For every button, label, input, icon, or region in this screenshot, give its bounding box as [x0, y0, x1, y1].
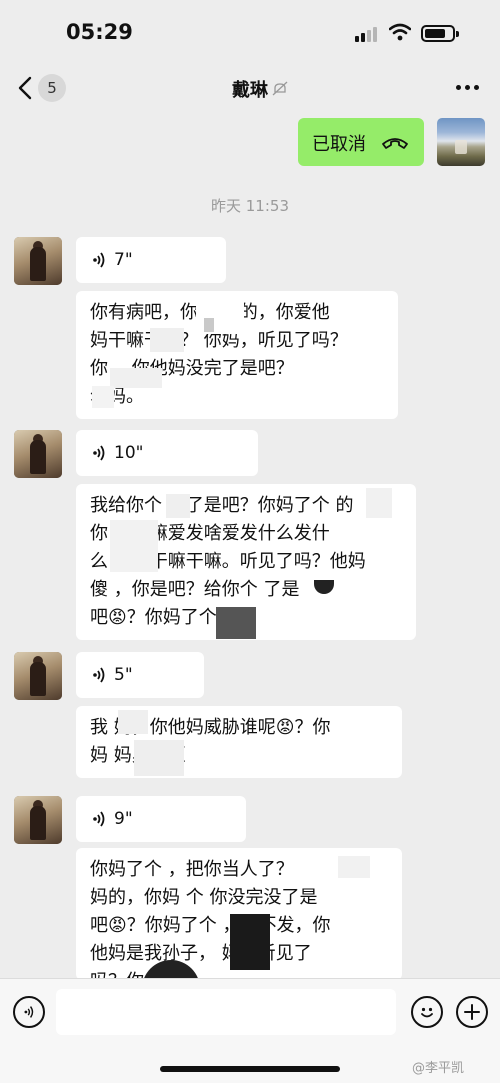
voice-duration: 9": [114, 809, 133, 829]
home-indicator: [160, 1066, 340, 1072]
redaction-patch: [110, 520, 158, 572]
redaction-patch: [150, 328, 184, 352]
voice-duration: 10": [114, 443, 144, 463]
redaction-patch: [216, 607, 256, 639]
status-bar: 05:29: [0, 0, 500, 64]
emoji-button[interactable]: [411, 996, 443, 1028]
call-status-label: 已取消: [312, 134, 366, 155]
plus-icon: [464, 1004, 480, 1020]
contact-avatar[interactable]: [14, 430, 62, 478]
message-timestamp: 昨天 11:53: [211, 197, 289, 215]
voice-message-bubble[interactable]: 10": [76, 430, 258, 476]
redaction-patch: [204, 318, 214, 332]
redaction-patch: [166, 494, 190, 518]
voice-message-bubble[interactable]: 7": [76, 237, 226, 283]
redaction-patch: [118, 710, 148, 734]
voice-wave-icon: [93, 445, 105, 461]
signal-icon: [355, 26, 381, 42]
self-avatar[interactable]: [437, 118, 485, 166]
more-functions-button[interactable]: [456, 996, 488, 1028]
contact-avatar[interactable]: [14, 652, 62, 700]
redaction-patch: [134, 740, 184, 776]
voice-wave-icon: [93, 667, 105, 683]
status-time: 05:29: [66, 20, 133, 44]
wifi-icon: [389, 23, 411, 41]
message-line: 我给你个 脸了是吧？你妈了个 的: [90, 495, 354, 516]
cancelled-call-bubble[interactable]: 已取消: [298, 118, 424, 166]
message-line: 妈的，你妈 个 你没完没了是: [90, 887, 318, 908]
chat-header: 5 戴琳: [0, 64, 500, 114]
redaction-patch: [338, 856, 370, 878]
redaction-patch: [366, 488, 392, 518]
smiley-icon: [421, 1007, 433, 1018]
voice-wave-icon: [93, 252, 105, 268]
voice-duration: 5": [114, 665, 133, 685]
more-options-icon[interactable]: [456, 85, 480, 91]
mute-bell-icon: [272, 81, 288, 96]
voice-message-bubble[interactable]: 9": [76, 796, 246, 842]
voice-input-toggle[interactable]: [13, 996, 45, 1028]
redaction-patch: [230, 914, 270, 970]
voice-wave-icon: [93, 811, 105, 827]
chat-title: 戴琳: [232, 80, 268, 101]
voice-wave-icon: [24, 1006, 34, 1018]
contact-avatar[interactable]: [14, 237, 62, 285]
redaction-patch: [110, 368, 162, 388]
watermark-text: @李平凯: [412, 1061, 465, 1076]
voice-message-bubble[interactable]: 5": [76, 652, 204, 698]
contact-avatar[interactable]: [14, 796, 62, 844]
phone-hangup-icon: [382, 138, 408, 149]
message-line: 傻 ，你是吧？给你个 了是: [90, 579, 300, 600]
message-input[interactable]: [56, 989, 396, 1035]
battery-icon: [421, 25, 459, 42]
voice-duration: 7": [114, 250, 133, 270]
redaction-patch: [92, 386, 114, 408]
